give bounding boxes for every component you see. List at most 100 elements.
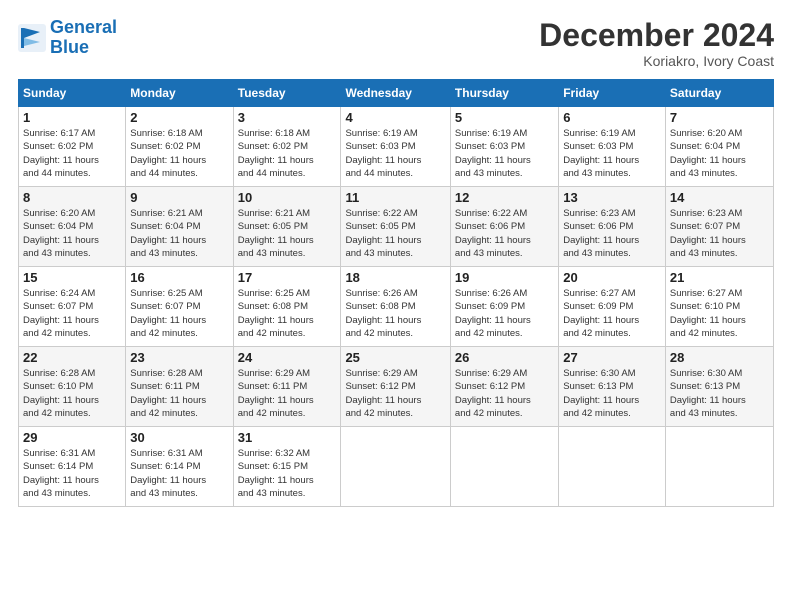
calendar-body: 1Sunrise: 6:17 AMSunset: 6:02 PMDaylight… xyxy=(19,107,774,507)
day-number: 5 xyxy=(455,110,554,125)
calendar-cell: 6 Sunrise: 6:19 AMSunset: 6:03 PMDaylight… xyxy=(559,107,666,187)
logo-line2: Blue xyxy=(50,37,89,57)
day-number: 22 xyxy=(23,350,121,365)
day-info: Sunrise: 6:24 AMSunset: 6:07 PMDaylight:… xyxy=(23,287,121,340)
day-number: 20 xyxy=(563,270,661,285)
week-row-0: 1Sunrise: 6:17 AMSunset: 6:02 PMDaylight… xyxy=(19,107,774,187)
day-number: 18 xyxy=(345,270,445,285)
calendar: SundayMondayTuesdayWednesdayThursdayFrid… xyxy=(18,79,774,507)
calendar-cell xyxy=(341,427,450,507)
calendar-cell: 31 Sunrise: 6:32 AMSunset: 6:15 PMDayligh… xyxy=(233,427,341,507)
week-row-4: 29 Sunrise: 6:31 AMSunset: 6:14 PMDayligh… xyxy=(19,427,774,507)
day-info: Sunrise: 6:22 AMSunset: 6:05 PMDaylight:… xyxy=(345,207,445,260)
month-title: December 2024 xyxy=(539,18,774,53)
day-number: 11 xyxy=(345,190,445,205)
day-info: Sunrise: 6:29 AMSunset: 6:12 PMDaylight:… xyxy=(455,367,554,420)
day-info: Sunrise: 6:28 AMSunset: 6:11 PMDaylight:… xyxy=(130,367,228,420)
day-number: 17 xyxy=(238,270,337,285)
day-number: 21 xyxy=(670,270,769,285)
calendar-cell: 16 Sunrise: 6:25 AMSunset: 6:07 PMDayligh… xyxy=(126,267,233,347)
calendar-cell: 23 Sunrise: 6:28 AMSunset: 6:11 PMDayligh… xyxy=(126,347,233,427)
calendar-cell: 18 Sunrise: 6:26 AMSunset: 6:08 PMDayligh… xyxy=(341,267,450,347)
day-number: 29 xyxy=(23,430,121,445)
calendar-cell: 28Sunrise: 6:30 AMSunset: 6:13 PMDayligh… xyxy=(665,347,773,427)
day-number: 13 xyxy=(563,190,661,205)
day-info: Sunrise: 6:27 AMSunset: 6:10 PMDaylight:… xyxy=(670,287,769,340)
calendar-cell xyxy=(665,427,773,507)
day-info: Sunrise: 6:26 AMSunset: 6:09 PMDaylight:… xyxy=(455,287,554,340)
day-info: Sunrise: 6:32 AMSunset: 6:15 PMDaylight:… xyxy=(238,447,337,500)
calendar-header-sunday: Sunday xyxy=(19,80,126,107)
day-info: Sunrise: 6:17 AMSunset: 6:02 PMDaylight:… xyxy=(23,127,121,180)
day-info: Sunrise: 6:23 AMSunset: 6:06 PMDaylight:… xyxy=(563,207,661,260)
day-info: Sunrise: 6:27 AMSunset: 6:09 PMDaylight:… xyxy=(563,287,661,340)
calendar-cell: 21 Sunrise: 6:27 AMSunset: 6:10 PMDayligh… xyxy=(665,267,773,347)
week-row-2: 15 Sunrise: 6:24 AMSunset: 6:07 PMDayligh… xyxy=(19,267,774,347)
page: General Blue December 2024 Koriakro, Ivo… xyxy=(0,0,792,612)
day-info: Sunrise: 6:20 AMSunset: 6:04 PMDaylight:… xyxy=(670,127,769,180)
calendar-header-thursday: Thursday xyxy=(450,80,558,107)
calendar-header-wednesday: Wednesday xyxy=(341,80,450,107)
calendar-cell: 2Sunrise: 6:18 AMSunset: 6:02 PMDaylight… xyxy=(126,107,233,187)
day-number: 28 xyxy=(670,350,769,365)
day-info: Sunrise: 6:20 AMSunset: 6:04 PMDaylight:… xyxy=(23,207,121,260)
day-number: 8 xyxy=(23,190,121,205)
calendar-cell: 4Sunrise: 6:19 AMSunset: 6:03 PMDaylight… xyxy=(341,107,450,187)
day-number: 24 xyxy=(238,350,337,365)
calendar-cell: 20 Sunrise: 6:27 AMSunset: 6:09 PMDayligh… xyxy=(559,267,666,347)
day-number: 3 xyxy=(238,110,337,125)
day-info: Sunrise: 6:21 AMSunset: 6:04 PMDaylight:… xyxy=(130,207,228,260)
day-info: Sunrise: 6:21 AMSunset: 6:05 PMDaylight:… xyxy=(238,207,337,260)
day-number: 31 xyxy=(238,430,337,445)
day-number: 7 xyxy=(670,110,769,125)
calendar-cell: 26Sunrise: 6:29 AMSunset: 6:12 PMDayligh… xyxy=(450,347,558,427)
calendar-header-saturday: Saturday xyxy=(665,80,773,107)
day-number: 16 xyxy=(130,270,228,285)
calendar-cell: 8 Sunrise: 6:20 AMSunset: 6:04 PMDaylight… xyxy=(19,187,126,267)
calendar-cell: 25 Sunrise: 6:29 AMSunset: 6:12 PMDayligh… xyxy=(341,347,450,427)
calendar-cell: 14Sunrise: 6:23 AMSunset: 6:07 PMDayligh… xyxy=(665,187,773,267)
day-number: 14 xyxy=(670,190,769,205)
logo-line1: General xyxy=(50,17,117,37)
calendar-header-friday: Friday xyxy=(559,80,666,107)
day-number: 15 xyxy=(23,270,121,285)
calendar-header-row: SundayMondayTuesdayWednesdayThursdayFrid… xyxy=(19,80,774,107)
title-block: December 2024 Koriakro, Ivory Coast xyxy=(539,18,774,69)
location: Koriakro, Ivory Coast xyxy=(539,53,774,69)
day-info: Sunrise: 6:28 AMSunset: 6:10 PMDaylight:… xyxy=(23,367,121,420)
calendar-cell: 5 Sunrise: 6:19 AMSunset: 6:03 PMDaylight… xyxy=(450,107,558,187)
calendar-header-tuesday: Tuesday xyxy=(233,80,341,107)
calendar-cell: 10Sunrise: 6:21 AMSunset: 6:05 PMDayligh… xyxy=(233,187,341,267)
day-info: Sunrise: 6:19 AMSunset: 6:03 PMDaylight:… xyxy=(563,127,661,180)
day-info: Sunrise: 6:31 AMSunset: 6:14 PMDaylight:… xyxy=(130,447,228,500)
day-info: Sunrise: 6:25 AMSunset: 6:08 PMDaylight:… xyxy=(238,287,337,340)
calendar-cell: 29 Sunrise: 6:31 AMSunset: 6:14 PMDayligh… xyxy=(19,427,126,507)
day-info: Sunrise: 6:19 AMSunset: 6:03 PMDaylight:… xyxy=(455,127,554,180)
calendar-cell: 3 Sunrise: 6:18 AMSunset: 6:02 PMDaylight… xyxy=(233,107,341,187)
logo-text: General Blue xyxy=(50,18,117,58)
day-info: Sunrise: 6:25 AMSunset: 6:07 PMDaylight:… xyxy=(130,287,228,340)
day-number: 9 xyxy=(130,190,228,205)
day-info: Sunrise: 6:26 AMSunset: 6:08 PMDaylight:… xyxy=(345,287,445,340)
day-number: 25 xyxy=(345,350,445,365)
calendar-cell xyxy=(559,427,666,507)
day-info: Sunrise: 6:31 AMSunset: 6:14 PMDaylight:… xyxy=(23,447,121,500)
calendar-cell: 11 Sunrise: 6:22 AMSunset: 6:05 PMDayligh… xyxy=(341,187,450,267)
week-row-3: 22 Sunrise: 6:28 AMSunset: 6:10 PMDayligh… xyxy=(19,347,774,427)
calendar-cell: 13 Sunrise: 6:23 AMSunset: 6:06 PMDayligh… xyxy=(559,187,666,267)
calendar-cell: 15 Sunrise: 6:24 AMSunset: 6:07 PMDayligh… xyxy=(19,267,126,347)
calendar-cell: 7 Sunrise: 6:20 AMSunset: 6:04 PMDaylight… xyxy=(665,107,773,187)
calendar-cell: 12Sunrise: 6:22 AMSunset: 6:06 PMDayligh… xyxy=(450,187,558,267)
day-info: Sunrise: 6:19 AMSunset: 6:03 PMDaylight:… xyxy=(345,127,445,180)
day-info: Sunrise: 6:29 AMSunset: 6:12 PMDaylight:… xyxy=(345,367,445,420)
day-number: 23 xyxy=(130,350,228,365)
day-info: Sunrise: 6:18 AMSunset: 6:02 PMDaylight:… xyxy=(238,127,337,180)
week-row-1: 8 Sunrise: 6:20 AMSunset: 6:04 PMDaylight… xyxy=(19,187,774,267)
calendar-cell: 27Sunrise: 6:30 AMSunset: 6:13 PMDayligh… xyxy=(559,347,666,427)
calendar-header-monday: Monday xyxy=(126,80,233,107)
day-info: Sunrise: 6:30 AMSunset: 6:13 PMDaylight:… xyxy=(563,367,661,420)
day-number: 6 xyxy=(563,110,661,125)
calendar-cell: 17 Sunrise: 6:25 AMSunset: 6:08 PMDayligh… xyxy=(233,267,341,347)
day-number: 2 xyxy=(130,110,228,125)
day-number: 30 xyxy=(130,430,228,445)
